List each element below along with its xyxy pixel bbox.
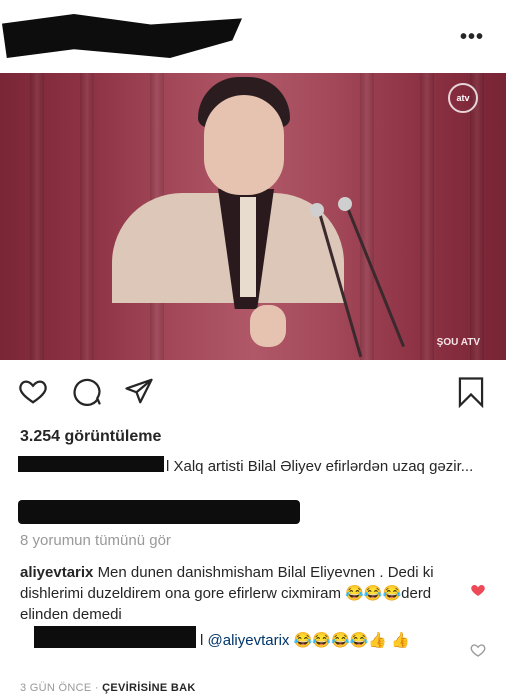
footer-separator: · xyxy=(91,682,103,694)
share-icon[interactable] xyxy=(124,376,154,406)
microphone xyxy=(310,203,324,217)
post-timestamp: 3 GÜN ÖNCE xyxy=(20,682,92,694)
comment-item: aliyevtarix Men dunen danishmisham Bilal… xyxy=(20,562,460,625)
curtain-fold xyxy=(80,73,94,360)
mic-stand xyxy=(346,206,405,348)
microphone xyxy=(338,197,352,211)
singer-tie xyxy=(240,197,256,297)
post-header: ••• xyxy=(0,0,506,70)
action-bar xyxy=(0,370,506,414)
see-translation-link[interactable]: ÇEVİRİSİNE BAK xyxy=(102,682,195,694)
curtain-fold xyxy=(470,73,484,360)
curtain-fold xyxy=(420,73,434,360)
redacted-reply-username xyxy=(34,626,196,648)
reply-mention[interactable]: @aliyevtarix xyxy=(208,632,290,649)
like-reply-icon[interactable] xyxy=(470,642,486,658)
curtain-fold xyxy=(30,73,44,360)
reply-prefix: l xyxy=(200,632,208,649)
singer-head xyxy=(204,95,284,195)
video-watermark: ŞOU ATV xyxy=(436,337,480,348)
comment-username[interactable]: aliyevtarix xyxy=(20,564,93,581)
redacted-caption-username xyxy=(18,456,164,472)
reply-text: 😂😂😂😂👍 👍 xyxy=(289,632,410,649)
singer-hand xyxy=(250,305,286,347)
more-icon[interactable]: ••• xyxy=(460,26,484,49)
redacted-username xyxy=(2,14,242,58)
redacted-caption-line xyxy=(18,500,300,524)
bookmark-icon[interactable] xyxy=(456,376,486,408)
post-footer: 3 GÜN ÖNCE · ÇEVİRİSİNE BAK xyxy=(20,682,196,694)
liked-heart-icon[interactable] xyxy=(470,582,486,598)
curtain-fold xyxy=(360,73,374,360)
view-count: 3.254 görüntüleme xyxy=(20,428,162,445)
post-video[interactable]: atv ŞOU ATV xyxy=(0,73,506,360)
view-all-comments-link[interactable]: 8 yorumun tümünü gör xyxy=(20,532,171,549)
comment-icon[interactable] xyxy=(72,376,102,406)
channel-logo: atv xyxy=(448,83,478,113)
heart-icon[interactable] xyxy=(18,376,48,406)
